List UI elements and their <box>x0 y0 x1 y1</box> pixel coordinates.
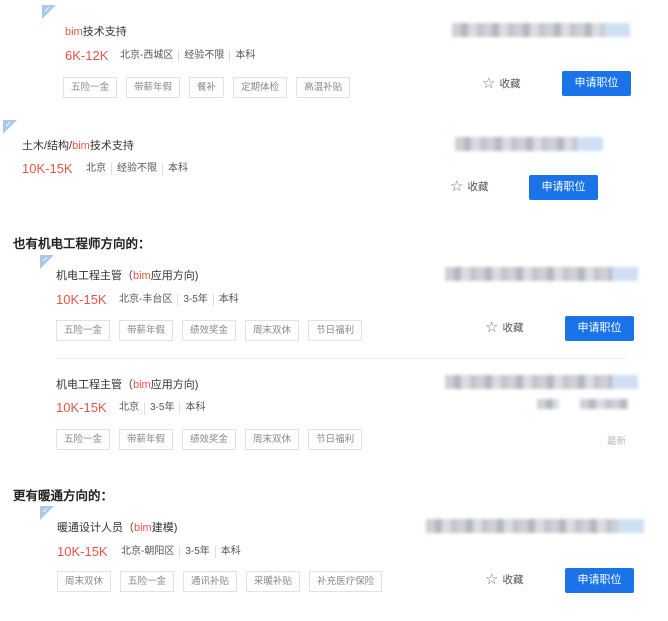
job-title[interactable]: bim技术支持 <box>65 23 127 39</box>
benefit-tag: 采暖补贴 <box>246 571 301 592</box>
check-corner-icon: ✓ <box>3 120 17 134</box>
job-tags: 五险一金 带薪年假 餐补 定期体检 高温补贴 <box>63 77 351 98</box>
star-outline-icon: ☆ <box>482 74 496 92</box>
benefit-tag: 周末双休 <box>245 429 300 450</box>
divider <box>56 358 626 359</box>
job-card[interactable]: ✓ 土木/结构/bim技术支持 10K-15K 北京 经验不限 本科 ☆ 收藏 申… <box>3 120 623 212</box>
blurred-company-name <box>426 519 644 533</box>
benefit-tag: 餐补 <box>189 77 225 98</box>
job-education: 本科 <box>179 402 210 414</box>
job-card[interactable]: ✓ 暖通设计人员（bim建模) 10K-15K 北京-朝阳区 3-5年 本科 周… <box>40 506 645 606</box>
job-salary: 10K-15K <box>56 400 107 415</box>
section-heading-mep: 也有机电工程师方向的： <box>13 237 151 251</box>
blurred-company-name <box>445 375 638 389</box>
job-card[interactable]: 机电工程主管（bim应用方向) 10K-15K 北京 3-5年 本科 五险一金 … <box>40 365 645 460</box>
blurred-company-info <box>580 399 628 409</box>
job-experience: 3-5年 <box>177 294 212 306</box>
apply-button[interactable]: 申请职位 <box>562 71 631 96</box>
star-outline-icon: ☆ <box>485 570 499 588</box>
job-meta: 北京 3-5年 本科 <box>119 402 210 414</box>
benefit-tag: 通讯补贴 <box>183 571 238 592</box>
job-title[interactable]: 机电工程主管（bim应用方向) <box>56 267 198 283</box>
job-education: 本科 <box>212 294 244 306</box>
favorite-button[interactable]: ☆ 收藏 <box>450 179 488 194</box>
benefit-tag: 五险一金 <box>120 571 175 592</box>
benefit-tag: 带薪年假 <box>119 429 174 450</box>
job-location: 北京-丰台区 <box>119 294 173 305</box>
favorite-button[interactable]: ☆ 收藏 <box>485 320 523 335</box>
benefit-tag: 带薪年假 <box>126 77 181 98</box>
benefit-tag: 五险一金 <box>56 320 111 341</box>
benefit-tag: 补充医疗保险 <box>309 571 383 592</box>
benefit-tag: 周末双休 <box>245 320 300 341</box>
star-outline-icon: ☆ <box>485 318 499 336</box>
job-meta: 北京-朝阳区 3-5年 本科 <box>121 546 246 558</box>
job-salary: 10K-15K <box>57 544 108 559</box>
job-meta: 北京-西城区 经验不限 本科 <box>120 50 260 62</box>
job-title[interactable]: 暖通设计人员（bim建模) <box>57 519 177 535</box>
job-experience: 经验不限 <box>111 163 162 175</box>
check-corner-icon: ✓ <box>40 506 54 520</box>
check-corner-icon: ✓ <box>40 255 54 269</box>
job-card[interactable]: ✓ 机电工程主管（bim应用方向) 10K-15K 北京-丰台区 3-5年 本科… <box>40 255 645 355</box>
job-location: 北京-西城区 <box>120 50 174 61</box>
benefit-tag: 绩效奖金 <box>182 429 237 450</box>
job-title[interactable]: 土木/结构/bim技术支持 <box>22 137 134 153</box>
apply-button[interactable]: 申请职位 <box>529 175 598 200</box>
favorite-button[interactable]: ☆ 收藏 <box>482 76 520 91</box>
job-experience: 经验不限 <box>178 50 229 62</box>
job-title[interactable]: 机电工程主管（bim应用方向) <box>56 376 198 392</box>
benefit-tag: 高温补贴 <box>296 77 351 98</box>
favorite-button[interactable]: ☆ 收藏 <box>485 572 523 587</box>
job-location: 北京 <box>119 402 139 413</box>
job-location: 北京 <box>86 163 106 174</box>
job-tags: 五险一金 带薪年假 绩效奖金 周末双休 节日福利 <box>56 320 363 341</box>
job-education: 本科 <box>162 163 193 175</box>
latest-label: 最新 <box>607 436 627 447</box>
job-education: 本科 <box>229 50 260 62</box>
benefit-tag: 五险一金 <box>63 77 118 98</box>
job-salary: 10K-15K <box>56 292 107 307</box>
benefit-tag: 节日福利 <box>308 320 363 341</box>
check-corner-icon: ✓ <box>42 5 56 19</box>
benefit-tag: 节日福利 <box>308 429 363 450</box>
star-outline-icon: ☆ <box>450 177 464 195</box>
benefit-tag: 定期体检 <box>233 77 288 98</box>
blurred-company-name <box>445 267 638 281</box>
job-meta: 北京-丰台区 3-5年 本科 <box>119 294 244 306</box>
benefit-tag: 带薪年假 <box>119 320 174 341</box>
apply-button[interactable]: 申请职位 <box>565 568 634 593</box>
blurred-company-name <box>452 23 630 37</box>
job-salary: 6K-12K <box>65 48 109 63</box>
job-education: 本科 <box>214 546 246 558</box>
section-heading-hvac: 更有暖通方向的： <box>13 489 114 503</box>
job-tags: 五险一金 带薪年假 绩效奖金 周末双休 节日福利 <box>56 429 363 450</box>
job-card[interactable]: ✓ bim技术支持 6K-12K 北京-西城区 经验不限 本科 五险一金 带薪年… <box>42 5 642 109</box>
benefit-tag: 绩效奖金 <box>182 320 237 341</box>
job-meta: 北京 经验不限 本科 <box>86 163 193 175</box>
blurred-company-info <box>537 399 559 409</box>
benefit-tag: 五险一金 <box>56 429 111 450</box>
apply-button[interactable]: 申请职位 <box>565 316 634 341</box>
benefit-tag: 周末双休 <box>57 571 112 592</box>
job-experience: 3-5年 <box>144 402 179 414</box>
job-tags: 周末双休 五险一金 通讯补贴 采暖补贴 补充医疗保险 <box>57 571 383 592</box>
job-location: 北京-朝阳区 <box>121 546 175 557</box>
job-experience: 3-5年 <box>179 546 214 558</box>
job-salary: 10K-15K <box>22 161 73 176</box>
blurred-company-name <box>455 137 603 151</box>
